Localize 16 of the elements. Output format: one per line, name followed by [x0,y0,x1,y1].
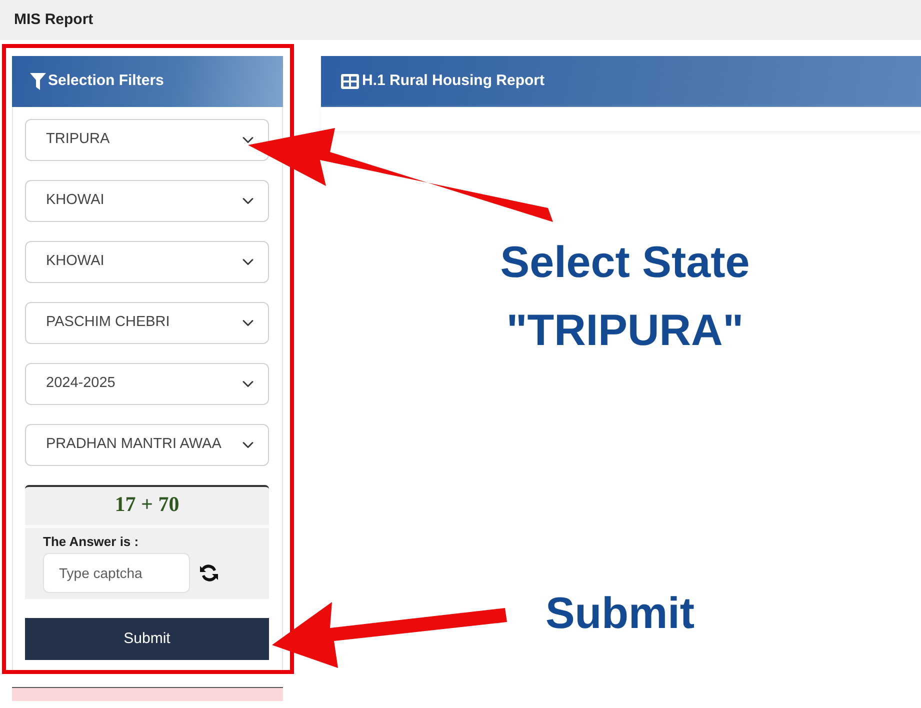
dropdown[interactable]: PASCHIM CHEBRI [25,302,269,344]
callout-text: Select State [500,241,750,285]
dropdown[interactable]: TRIPURA [25,119,269,161]
dropdown[interactable]: KHOWAI [25,241,269,283]
callout-text: "TRIPURA" [506,309,744,353]
report-title: H.1 Rural Housing Report [362,71,545,92]
captcha-question: 17 + 70 [25,487,269,528]
submit-button[interactable]: Submit [25,618,269,660]
panel-title: Selection Filters [48,71,164,92]
dropdown[interactable]: PRADHAN MANTRI AWAA [25,424,269,466]
page-title: MIS Report [14,10,94,30]
answer-label: The Answer is : [43,534,139,548]
dropdown[interactable]: KHOWAI [25,180,269,222]
callout-text: Submit [545,592,695,636]
dropdown[interactable]: 2024-2025 [25,363,269,405]
captcha-field[interactable]: Type captcha [43,553,190,593]
